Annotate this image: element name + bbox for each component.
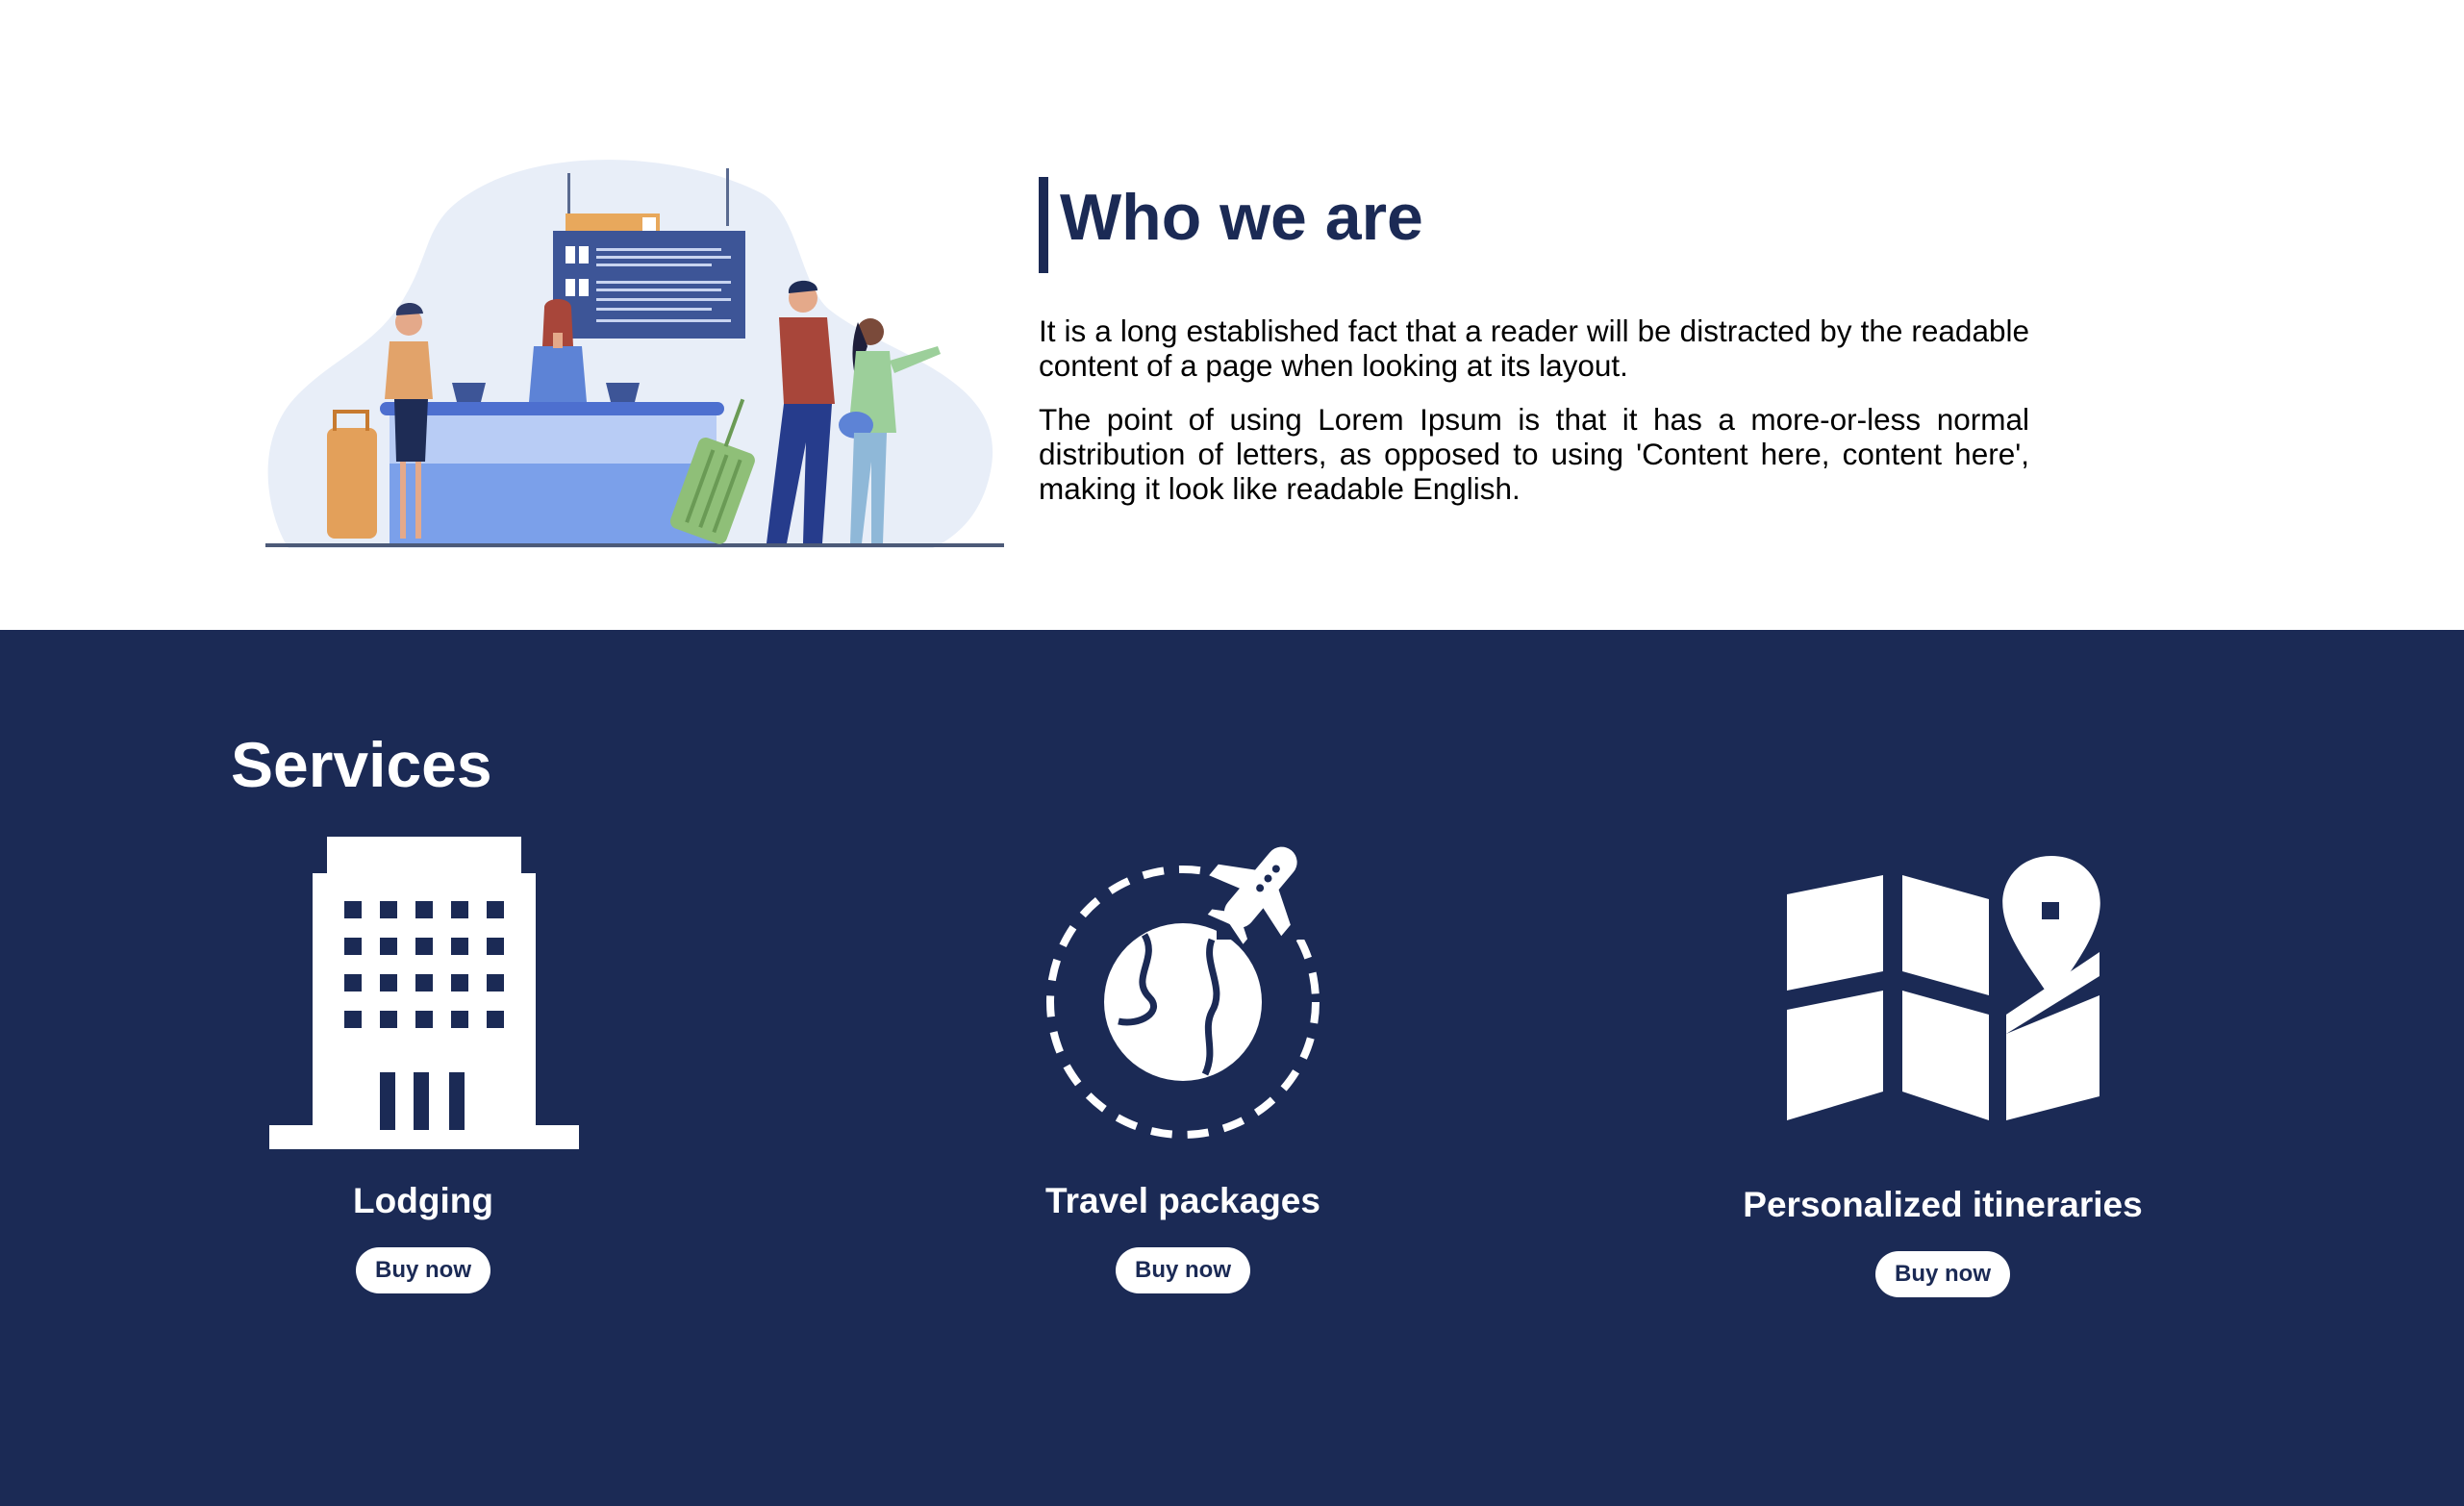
about-title: Who we are	[1060, 181, 1423, 254]
map-pin-icon	[1787, 856, 2100, 1120]
services-section: Services Lodging Buy now Travel packages…	[0, 630, 2464, 1506]
service-lodging: Lodging Buy now	[135, 630, 712, 1495]
about-section: Who we are It is a long established fact…	[0, 0, 2464, 630]
globe-airplane-icon	[1046, 843, 1322, 1139]
service-personalized-itineraries-name: Personalized itineraries	[1743, 1185, 2143, 1224]
service-travel-packages-name: Travel packages	[1045, 1181, 1320, 1220]
airport-check-in-illustration	[265, 160, 1004, 548]
lodging-buy-now-button[interactable]: Buy now	[356, 1247, 490, 1293]
service-lodging-name: Lodging	[353, 1181, 493, 1220]
personalized-itineraries-buy-now-button[interactable]: Buy now	[1875, 1251, 2010, 1297]
travel-packages-buy-now-button[interactable]: Buy now	[1116, 1247, 1250, 1293]
heading-accent-bar: Who we are	[1039, 177, 2029, 273]
service-travel-packages: Travel packages Buy now	[894, 630, 1471, 1495]
about-paragraph-2: The point of using Lorem Ipsum is that i…	[1039, 402, 2029, 506]
hotel-building-icon	[269, 837, 579, 1149]
service-personalized-itineraries: Personalized itineraries Buy now	[1654, 630, 2231, 1495]
about-paragraph-1: It is a long established fact that a rea…	[1039, 314, 2029, 383]
about-text-block: Who we are It is a long established fact…	[1039, 177, 2029, 506]
